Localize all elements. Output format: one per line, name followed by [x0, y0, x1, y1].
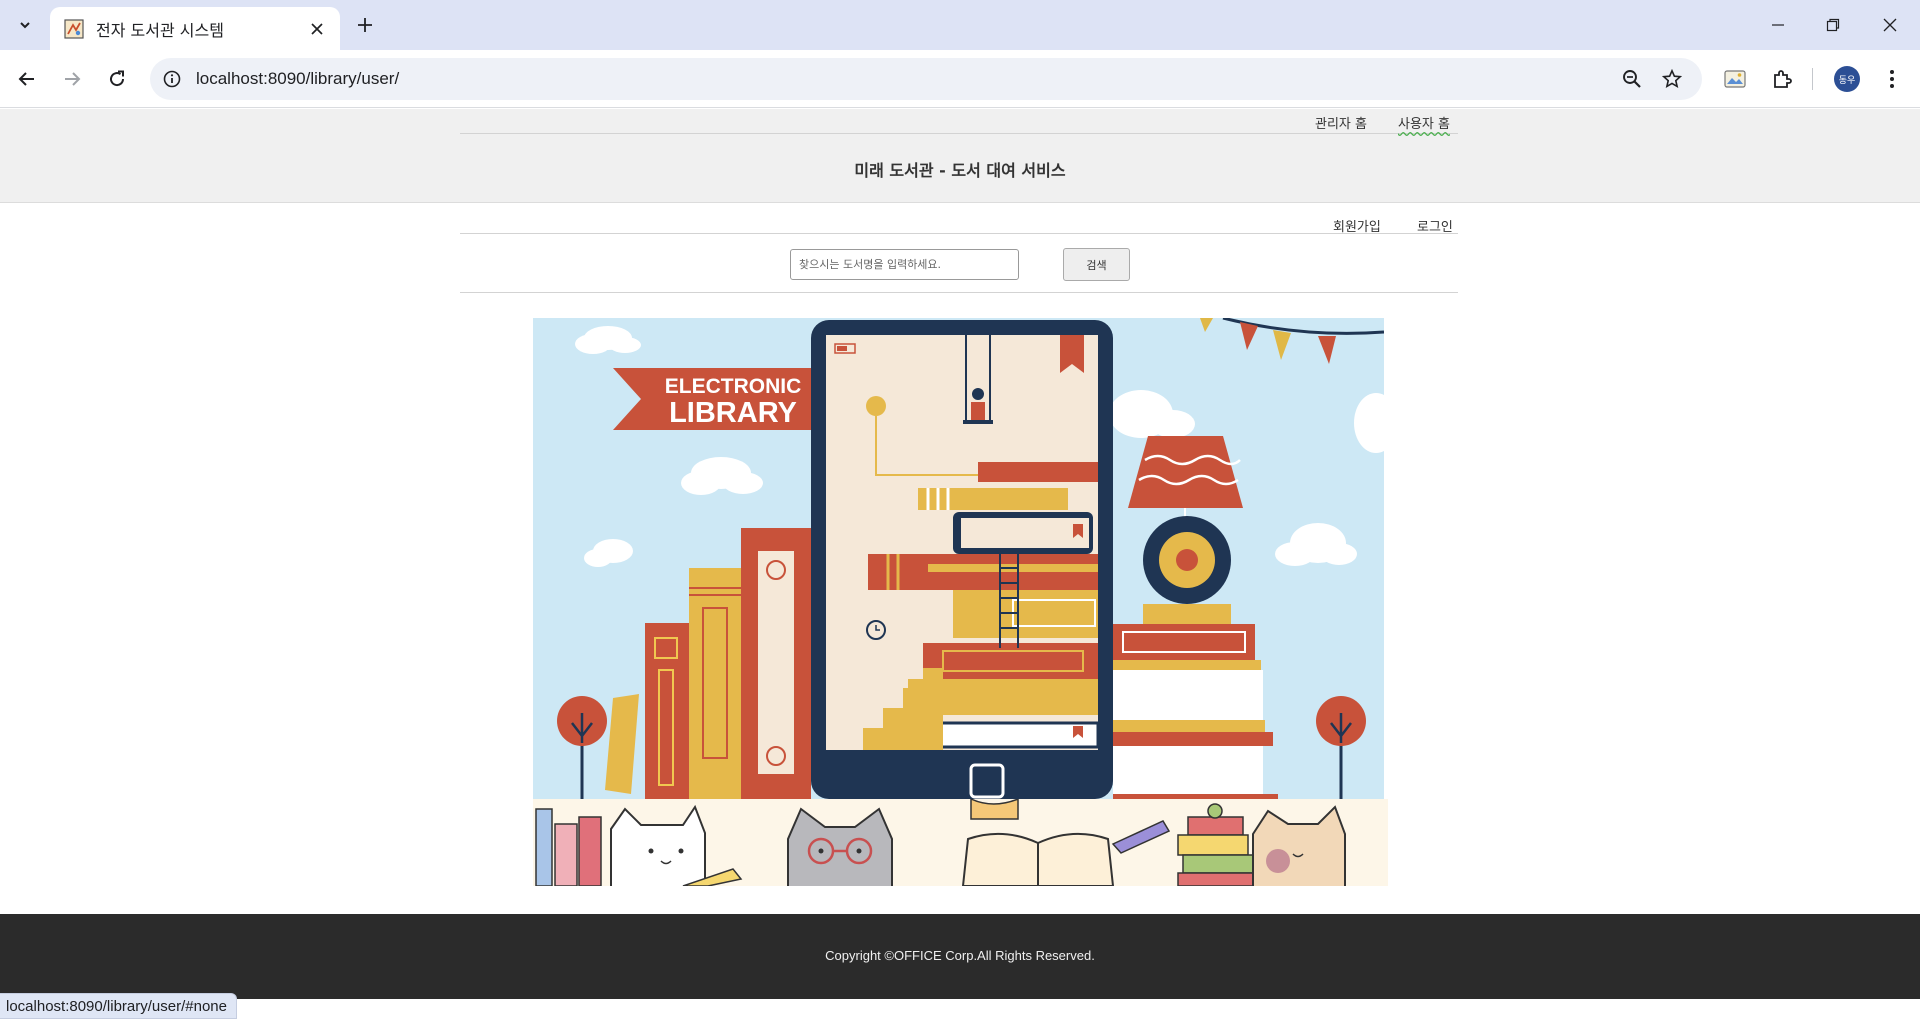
browser-tab-bar: 전자 도서관 시스템: [0, 0, 1920, 50]
url-text: localhost:8090/library/user/: [196, 69, 400, 88]
restore-icon: [1826, 18, 1840, 32]
top-nav: 관리자 홈 사용자 홈: [460, 109, 1458, 134]
banner-line-2: LIBRARY: [669, 397, 797, 429]
restore-button[interactable]: [1805, 5, 1861, 45]
browser-menu-button[interactable]: [1877, 64, 1907, 94]
tablet-illustration: [811, 320, 1113, 799]
electronic-library-banner: ELECTRONIC LIBRARY: [533, 318, 1384, 799]
puzzle-icon: [1774, 70, 1792, 88]
admin-home-link[interactable]: 관리자 홈: [1315, 113, 1367, 132]
extensions-button[interactable]: [1767, 64, 1797, 94]
zoom-out-icon: [1623, 70, 1641, 88]
banner-line-1: ELECTRONIC: [665, 375, 802, 398]
toolbar-separator: [1812, 68, 1813, 90]
site-title: 미래 도서관 - 도서 대여 서비스: [854, 161, 1066, 180]
address-bar[interactable]: localhost:8090/library/user/: [150, 58, 1702, 100]
more-vertical-icon: [1890, 70, 1894, 88]
tab-search-button[interactable]: [10, 10, 40, 40]
image-icon: [1724, 70, 1746, 88]
browser-tab-active[interactable]: 전자 도서관 시스템: [50, 7, 340, 50]
close-window-button[interactable]: [1862, 5, 1918, 45]
tab-title: 전자 도서관 시스템: [96, 20, 224, 40]
profile-avatar[interactable]: 동우: [1834, 66, 1860, 92]
back-button[interactable]: [10, 62, 44, 96]
login-link[interactable]: 로그인: [1417, 216, 1453, 235]
site-info-button[interactable]: [160, 67, 184, 91]
reload-button[interactable]: [100, 62, 134, 96]
user-menu: 회원가입 로그인: [460, 214, 1458, 235]
book-search-input[interactable]: [790, 249, 1019, 280]
cat-illustration-strip: [533, 799, 1388, 886]
zoom-button[interactable]: [1620, 67, 1644, 91]
minimize-button[interactable]: [1750, 5, 1806, 45]
search-area: 검색: [460, 234, 1458, 293]
arrow-right-icon: [65, 72, 81, 86]
site-header: 관리자 홈 사용자 홈 미래 도서관 - 도서 대여 서비스: [0, 109, 1920, 203]
site-footer: Copyright ©OFFICE Corp.All Rights Reserv…: [0, 914, 1920, 999]
bookmark-button[interactable]: [1660, 67, 1684, 91]
minimize-icon: [1772, 24, 1784, 26]
close-icon: [1883, 18, 1897, 32]
tab-close-button[interactable]: [306, 18, 328, 40]
signup-link[interactable]: 회원가입: [1333, 216, 1381, 235]
forward-button[interactable]: [55, 62, 89, 96]
info-icon: [163, 70, 181, 88]
copyright-text: Copyright ©OFFICE Corp.All Rights Reserv…: [825, 948, 1095, 963]
arrow-left-icon: [18, 72, 34, 86]
star-icon: [1662, 69, 1682, 89]
close-icon: [311, 22, 323, 35]
reload-icon: [110, 70, 125, 87]
status-url-bubble: localhost:8090/library/user/#none: [0, 993, 237, 1019]
browser-toolbar: localhost:8090/library/user/ 동우: [0, 50, 1920, 108]
plus-icon: [358, 18, 372, 32]
user-home-link[interactable]: 사용자 홈: [1398, 113, 1450, 132]
chevron-down-icon: [20, 22, 30, 29]
search-button[interactable]: 검색: [1063, 248, 1130, 281]
library-favicon-icon: [64, 18, 84, 39]
image-extension-button[interactable]: [1720, 64, 1750, 94]
new-tab-button[interactable]: [350, 10, 380, 40]
